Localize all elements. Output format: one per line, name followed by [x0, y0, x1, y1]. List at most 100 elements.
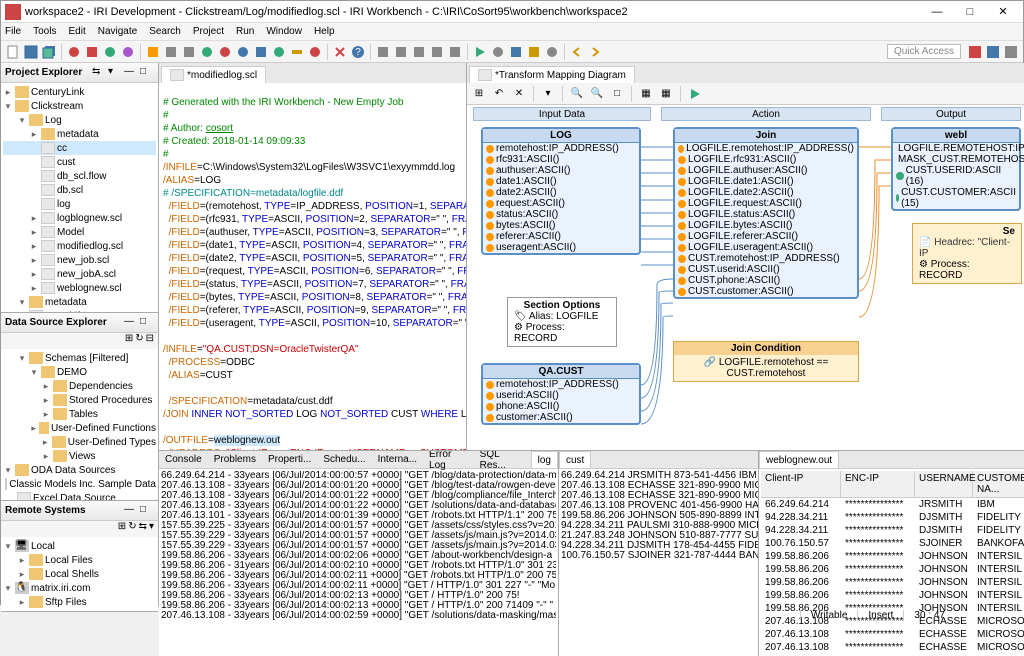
run-icon[interactable]: [472, 44, 488, 60]
tool-icon[interactable]: ⇆: [139, 521, 147, 537]
table-row[interactable]: 66.249.64.214***************JRSMITHIBM: [761, 498, 1024, 511]
tool-icon[interactable]: ⊞: [125, 333, 133, 349]
tab-log[interactable]: log: [531, 451, 558, 468]
tree-item[interactable]: log: [3, 197, 156, 211]
tree-item[interactable]: db.scl: [3, 183, 156, 197]
tool-icon[interactable]: [307, 44, 323, 60]
new-icon[interactable]: [5, 44, 21, 60]
tool-icon[interactable]: [447, 44, 463, 60]
table-row[interactable]: 199.58.86.206***************JOHNSONINTER…: [761, 589, 1024, 602]
tree-item[interactable]: cust.ddf: [3, 309, 156, 312]
menu-edit[interactable]: Edit: [68, 26, 85, 37]
diagram-field[interactable]: rfc931:ASCII(): [483, 154, 639, 165]
tool-icon[interactable]: ▦: [658, 86, 674, 102]
collapse-icon[interactable]: ▾: [108, 66, 122, 80]
tree-item[interactable]: ▾DEMO: [3, 365, 156, 379]
tool-icon[interactable]: [375, 44, 391, 60]
table-row[interactable]: 100.76.150.57***************SJOINERBANKO…: [761, 537, 1024, 550]
maximize-icon[interactable]: □: [140, 66, 154, 80]
tree-item[interactable]: ▸new_job.scl: [3, 253, 156, 267]
menu-window[interactable]: Window: [266, 26, 302, 37]
diagram-field[interactable]: phone:ASCII(): [483, 401, 639, 412]
tool-icon[interactable]: [253, 44, 269, 60]
link-icon[interactable]: ⇆: [92, 66, 106, 80]
diagram-field[interactable]: LOGFILE.date2:ASCII(): [675, 187, 857, 198]
diagram-field[interactable]: status:ASCII(): [483, 209, 639, 220]
run-icon[interactable]: [687, 86, 703, 102]
tool-icon[interactable]: ⊟: [146, 333, 154, 349]
tool-icon[interactable]: [429, 44, 445, 60]
menu-search[interactable]: Search: [149, 26, 181, 37]
tree-item[interactable]: ▸metadata: [3, 127, 156, 141]
tool-icon[interactable]: [66, 44, 82, 60]
tree-item[interactable]: ▸Sftp Files: [3, 595, 156, 609]
perspective-icon[interactable]: [1003, 44, 1019, 60]
tool-icon[interactable]: □: [609, 86, 625, 102]
editor-tab-diagram[interactable]: *Transform Mapping Diagram: [469, 66, 635, 83]
diagram-field[interactable]: CUST.phone:ASCII(): [675, 275, 857, 286]
tree-item[interactable]: ▸Local Shells: [3, 567, 156, 581]
menu-project[interactable]: Project: [193, 26, 224, 37]
tab-problems[interactable]: Problems: [208, 451, 262, 468]
diagram-se-options[interactable]: Se 📄 Headrec: "Client-IP ⚙ Process: RECO…: [912, 223, 1022, 284]
tool-icon[interactable]: ↻: [128, 521, 136, 537]
tool-icon[interactable]: ▾: [540, 86, 556, 102]
back-icon[interactable]: [569, 44, 585, 60]
tree-item[interactable]: ▾ODA Data Sources: [3, 463, 156, 477]
help-icon[interactable]: ?: [350, 44, 366, 60]
tree-item[interactable]: Excel Data Source: [3, 491, 156, 500]
diagram-field[interactable]: userid:ASCII(): [483, 390, 639, 401]
diagram-canvas[interactable]: ⊞ ↶ ✕ ▾ 🔍 🔍 □ ▦ ▦: [467, 83, 1024, 450]
diagram-field[interactable]: date2:ASCII(): [483, 187, 639, 198]
diagram-field[interactable]: CUST.customer:ASCII(): [675, 286, 857, 297]
tree-item[interactable]: ▸CenturyLink: [3, 85, 156, 99]
save-all-icon[interactable]: [41, 44, 57, 60]
tab-errorlog[interactable]: Error Log: [423, 451, 474, 468]
tab-properties[interactable]: Properti...: [262, 451, 317, 468]
diagram-field[interactable]: remotehost:IP_ADDRESS(): [483, 379, 639, 390]
table-row[interactable]: 199.58.86.206***************JOHNSONINTER…: [761, 563, 1024, 576]
table-row[interactable]: 199.58.86.206***************JOHNSONINTER…: [761, 576, 1024, 589]
minimize-icon[interactable]: —: [124, 316, 138, 330]
tool-icon[interactable]: ▾: [149, 521, 154, 537]
close-button[interactable]: ✕: [987, 2, 1019, 22]
perspective-icon[interactable]: [985, 44, 1001, 60]
tool-icon[interactable]: [526, 44, 542, 60]
diagram-box-output[interactable]: webl LOGFILE.REMOTEHOST:IP_ADDRESSMASK_C…: [891, 127, 1021, 211]
forward-icon[interactable]: [587, 44, 603, 60]
diagram-field[interactable]: remotehost:IP_ADDRESS(): [483, 143, 639, 154]
diagram-field[interactable]: LOGFILE.rfc931:ASCII(): [675, 154, 857, 165]
maximize-icon[interactable]: □: [140, 316, 154, 330]
tree-item[interactable]: ▸logblognew.scl: [3, 211, 156, 225]
tool-icon[interactable]: [181, 44, 197, 60]
diagram-box-join[interactable]: Join LOGFILE.remotehost:IP_ADDRESS()LOGF…: [673, 127, 859, 299]
menu-navigate[interactable]: Navigate: [98, 26, 137, 37]
diagram-field[interactable]: LOGFILE.request:ASCII(): [675, 198, 857, 209]
tool-icon[interactable]: [163, 44, 179, 60]
table-row[interactable]: 94.228.34.211***************DJSMITHFIDEL…: [761, 524, 1024, 537]
tree-item[interactable]: ▸Model: [3, 225, 156, 239]
tree-item[interactable]: ▸Tables: [3, 407, 156, 421]
diagram-field[interactable]: customer:ASCII(): [483, 412, 639, 423]
diagram-join-condition[interactable]: Join Condition 🔗 LOGFILE.remotehost == C…: [673, 341, 859, 382]
save-icon[interactable]: [23, 44, 39, 60]
tree-item[interactable]: ▸User-Defined Types: [3, 435, 156, 449]
tool-icon[interactable]: ✕: [511, 86, 527, 102]
quick-access-field[interactable]: Quick Access: [887, 44, 961, 59]
diagram-field[interactable]: CUST.remotehost:IP_ADDRESS(): [675, 253, 857, 264]
tree-item[interactable]: ▾Log: [3, 113, 156, 127]
tree-item[interactable]: db_scl.flow: [3, 169, 156, 183]
zoom-out-icon[interactable]: 🔍: [589, 86, 605, 102]
diagram-field[interactable]: LOGFILE.status:ASCII(): [675, 209, 857, 220]
table-row[interactable]: 207.46.13.108***************ECHASSEMICRO…: [761, 628, 1024, 641]
editor-tab-modifiedlog[interactable]: *modifiedlog.scl: [161, 66, 266, 83]
tool-icon[interactable]: ⊞: [118, 521, 126, 537]
tool-icon[interactable]: [235, 44, 251, 60]
tool-icon[interactable]: [120, 44, 136, 60]
tab-console[interactable]: Console: [159, 451, 208, 468]
diagram-field[interactable]: LOGFILE.referer:ASCII(): [675, 231, 857, 242]
menu-help[interactable]: Help: [314, 26, 335, 37]
tool-icon[interactable]: [393, 44, 409, 60]
tree-item[interactable]: ▸Local Files: [3, 553, 156, 567]
diagram-field[interactable]: authuser:ASCII(): [483, 165, 639, 176]
